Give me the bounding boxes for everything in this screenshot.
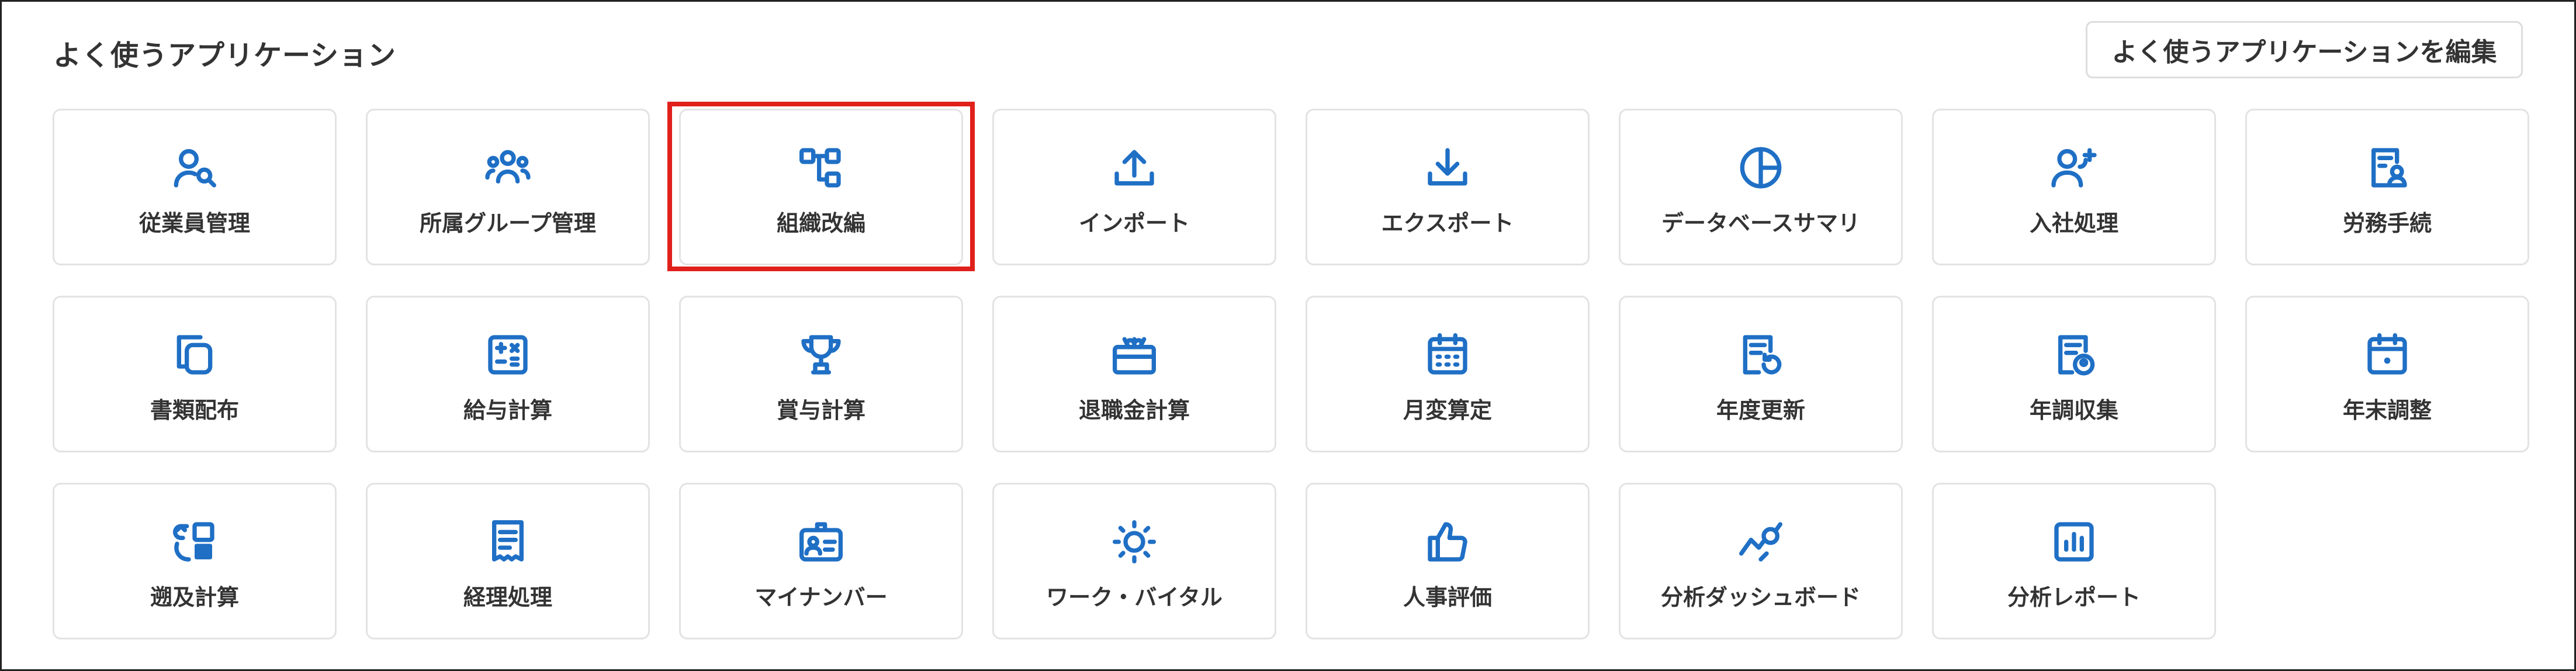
download-icon: [1424, 144, 1471, 191]
app-tile-label: 分析ダッシュボード: [1660, 584, 1861, 610]
app-tile-label: 所属グループ管理: [420, 210, 596, 236]
id-card-icon: [798, 518, 844, 565]
app-tile[interactable]: 経理処理: [366, 483, 650, 639]
app-tile[interactable]: 月変算定: [1306, 296, 1590, 452]
app-tile[interactable]: 年調収集: [1932, 296, 2216, 452]
app-tile[interactable]: 書類配布: [53, 296, 337, 452]
org-chart-icon: [798, 144, 844, 191]
bar-report-icon: [2051, 518, 2097, 565]
app-tile-label: 従業員管理: [139, 210, 250, 236]
app-tile[interactable]: 退職金計算: [992, 296, 1276, 452]
app-tile[interactable]: 人事評価: [1306, 483, 1590, 639]
app-tile-label: マイナンバー: [754, 584, 888, 610]
app-tile-label: データベースサマリ: [1661, 210, 1861, 236]
app-tile[interactable]: 入社処理: [1932, 109, 2216, 265]
document-user-icon: [2051, 331, 2097, 378]
app-tile-label: 賞与計算: [776, 397, 865, 423]
app-tile[interactable]: 従業員管理: [53, 109, 337, 265]
user-search-icon: [171, 144, 218, 191]
app-tile-label: 年末調整: [2342, 397, 2432, 423]
app-tile-label: 分析レポート: [2007, 584, 2141, 610]
app-tile-label: 年調収集: [2029, 397, 2118, 423]
thumbs-up-icon: [1424, 518, 1471, 565]
app-tile[interactable]: 賞与計算: [679, 296, 963, 452]
receipt-icon: [484, 518, 531, 565]
app-tile[interactable]: 労務手続: [2245, 109, 2529, 265]
user-add-icon: [2051, 144, 2097, 191]
calculator-icon: [484, 331, 531, 378]
app-tile[interactable]: エクスポート: [1306, 109, 1590, 265]
app-tile[interactable]: 遡及計算: [53, 483, 337, 639]
app-tile[interactable]: 分析レポート: [1932, 483, 2216, 639]
edit-favorites-button[interactable]: よく使うアプリケーションを編集: [2086, 21, 2523, 78]
documents-icon: [171, 331, 218, 378]
app-tile-label: 組織改編: [776, 210, 865, 236]
app-tile[interactable]: 分析ダッシュボード: [1619, 483, 1903, 639]
app-tile[interactable]: 組織改編: [679, 109, 963, 265]
app-tile[interactable]: 年末調整: [2245, 296, 2529, 452]
app-tile[interactable]: 年度更新: [1619, 296, 1903, 452]
app-tile[interactable]: 給与計算: [366, 296, 650, 452]
app-tile-label: 人事評価: [1403, 584, 1492, 610]
app-tile-label: 労務手続: [2342, 210, 2432, 236]
app-tile-label: インポート: [1078, 210, 1190, 236]
app-tile-label: ワーク・バイタル: [1046, 584, 1223, 610]
section-title: よく使うアプリケーション: [53, 39, 397, 72]
app-tile-label: 書類配布: [150, 397, 239, 423]
group-icon: [484, 144, 531, 191]
app-tile-label: 月変算定: [1403, 397, 1492, 423]
app-tile-label: 退職金計算: [1078, 397, 1190, 423]
upload-icon: [1111, 144, 1158, 191]
app-tile[interactable]: マイナンバー: [679, 483, 963, 639]
app-tile[interactable]: データベースサマリ: [1619, 109, 1903, 265]
sun-icon: [1111, 518, 1158, 565]
app-tile-label: 経理処理: [463, 584, 552, 610]
app-tile[interactable]: インポート: [992, 109, 1276, 265]
calendar-grid-icon: [1424, 331, 1471, 378]
app-tile-label: 入社処理: [2029, 210, 2118, 236]
app-tile-label: 遡及計算: [150, 584, 239, 610]
analytics-search-icon: [1737, 518, 1784, 565]
pie-chart-icon: [1737, 144, 1784, 191]
app-tile-label: エクスポート: [1381, 210, 1514, 236]
retroactive-icon: [171, 518, 218, 565]
calendar-dot-icon: [2364, 331, 2411, 378]
form-user-icon: [2364, 144, 2411, 191]
gift-icon: [1111, 331, 1158, 378]
trophy-icon: [798, 331, 844, 378]
app-tile-label: 給与計算: [463, 397, 552, 423]
app-tile-label: 年度更新: [1716, 397, 1805, 423]
app-tile[interactable]: 所属グループ管理: [366, 109, 650, 265]
app-tile[interactable]: ワーク・バイタル: [992, 483, 1276, 639]
document-refresh-icon: [1737, 331, 1784, 378]
